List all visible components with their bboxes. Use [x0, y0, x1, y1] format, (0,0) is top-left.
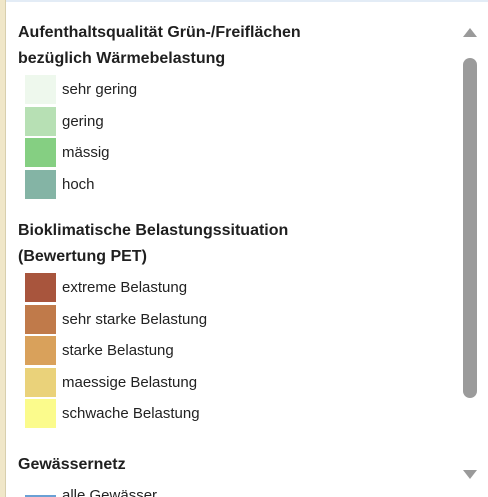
vertical-scrollbar[interactable] [462, 20, 488, 490]
legend-item-schwache-belastung: schwache Belastung [25, 398, 288, 430]
color-swatch [25, 138, 56, 168]
scroll-down-icon[interactable] [463, 470, 477, 479]
legend-item-label: extreme Belastung [62, 279, 188, 297]
panel-left-border [0, 0, 6, 497]
legend-item-starke-belastung: starke Belastung [25, 335, 288, 367]
color-swatch [25, 336, 56, 366]
legend-item-gering: gering [25, 106, 301, 138]
section-title-aufenthaltsqualitaet-line1: Aufenthaltsqualität Grün-/Freiflächen [18, 24, 301, 41]
section-title-gewaessernetz: Gewässernetz [18, 456, 126, 473]
legend-item-label: starke Belastung [62, 342, 174, 360]
legend-item-label: sehr starke Belastung [62, 310, 208, 328]
legend-item-alle-gewaesser: alle Gewässer [25, 480, 157, 497]
color-swatch [25, 169, 56, 199]
scrollbar-thumb[interactable] [463, 58, 477, 398]
legend-item-label: mässig [62, 144, 110, 162]
legend-section-gewaessernetz: Gewässernetz alle Gewässer [18, 452, 157, 497]
legend-item-hoch: hoch [25, 169, 301, 201]
color-swatch [25, 399, 56, 429]
legend-item-sehr-gering: sehr gering [25, 74, 301, 106]
legend-section-bioklimatische-belastung: Bioklimatische Belastungssituation (Bewe… [18, 218, 288, 434]
legend-item-sehr-starke-belastung: sehr starke Belastung [25, 304, 288, 336]
legend-item-label: hoch [62, 175, 95, 193]
section-title-bioklima-line2: (Bewertung PET) [18, 248, 147, 265]
section-title-aufenthaltsqualitaet-line2: bezüglich Wärmebelastung [18, 50, 226, 67]
scroll-up-icon[interactable] [463, 28, 477, 37]
legend-item-maessige-belastung: maessige Belastung [25, 367, 288, 399]
legend-item-maessig: mässig [25, 137, 301, 169]
legend-item-extreme-belastung: extreme Belastung [25, 272, 288, 304]
color-swatch [25, 304, 56, 334]
section-title-bioklima-line1: Bioklimatische Belastungssituation [18, 222, 289, 239]
legend-item-label: schwache Belastung [62, 405, 200, 423]
color-swatch [25, 75, 56, 105]
legend-item-label: gering [62, 112, 104, 130]
legend-item-label: alle Gewässer [62, 487, 158, 497]
line-swatch [25, 481, 56, 497]
legend-item-label: maessige Belastung [62, 373, 198, 391]
color-swatch [25, 106, 56, 136]
legend-panel: Aufenthaltsqualität Grün-/Freiflächen be… [18, 0, 438, 497]
color-swatch [25, 367, 56, 397]
legend-item-label: sehr gering [62, 81, 138, 99]
legend-section-aufenthaltsqualitaet: Aufenthaltsqualität Grün-/Freiflächen be… [18, 20, 301, 204]
color-swatch [25, 273, 56, 303]
